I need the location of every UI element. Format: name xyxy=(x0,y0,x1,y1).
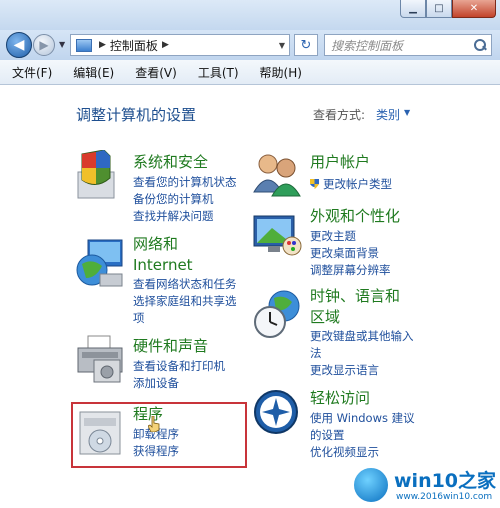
category-network-internet[interactable]: 网络和 xyxy=(133,234,178,255)
forward-button[interactable]: ▶ xyxy=(33,34,55,56)
link-network-status[interactable]: 查看网络状态和任务 xyxy=(133,276,237,293)
watermark-text: win10之家 xyxy=(394,470,497,492)
link-change-theme[interactable]: 更改主题 xyxy=(310,228,356,245)
forward-arrow-icon: ▶ xyxy=(39,38,49,52)
link-optimize-video-display[interactable]: 优化视频显示 xyxy=(310,444,379,461)
printer-icon[interactable] xyxy=(74,334,126,386)
link-adjust-resolution[interactable]: 调整屏幕分辨率 xyxy=(310,262,391,279)
category-clock-language-region[interactable]: 时钟、语言和 xyxy=(310,286,400,307)
category-system-security[interactable]: 系统和安全 xyxy=(133,152,208,173)
link-change-display-language[interactable]: 更改显示语言 xyxy=(310,362,379,379)
category-ease-of-access[interactable]: 轻松访问 xyxy=(310,388,370,409)
link-view-computer-status[interactable]: 查看您的计算机状态 xyxy=(133,174,237,191)
breadcrumb-chevron-icon[interactable]: ▶ xyxy=(162,40,169,50)
uac-shield-icon xyxy=(309,178,320,190)
link-change-keyboard-cont[interactable]: 法 xyxy=(310,345,322,362)
refresh-button[interactable]: ↻ xyxy=(294,34,318,56)
windows-logo-icon xyxy=(352,466,390,504)
close-button[interactable]: ✕ xyxy=(452,0,496,18)
network-globe-icon[interactable] xyxy=(74,238,126,290)
chevron-down-icon[interactable]: ▼ xyxy=(404,108,410,117)
hand-cursor-icon xyxy=(147,415,160,433)
link-backup-computer[interactable]: 备份您的计算机 xyxy=(133,191,214,208)
back-button[interactable]: ◀ xyxy=(6,32,32,58)
category-appearance[interactable]: 外观和个性化 xyxy=(310,206,400,227)
control-panel-content: 调整计算机的设置 查看方式: 类别 ▼ 系统和安全 查看您的计算机状态 备份您的… xyxy=(0,86,500,508)
menu-view[interactable]: 查看(V) xyxy=(123,64,186,81)
programs-icon[interactable] xyxy=(78,408,130,460)
category-clock-language-region-line2[interactable]: 区域 xyxy=(310,307,340,328)
address-dropdown-icon[interactable]: ▼ xyxy=(279,41,285,50)
maximize-button[interactable]: □ xyxy=(426,0,452,18)
search-box[interactable]: 搜索控制面板 xyxy=(324,34,492,56)
category-hardware-sound[interactable]: 硬件和声音 xyxy=(133,336,208,357)
minimize-icon: ▁ xyxy=(409,3,417,14)
title-bar: ▁ □ ✕ xyxy=(0,0,500,30)
menu-help[interactable]: 帮助(H) xyxy=(248,64,311,81)
recent-pages-dropdown[interactable]: ▼ xyxy=(59,40,65,49)
view-by-dropdown[interactable]: 类别 xyxy=(376,106,400,123)
link-windows-suggested-settings-cont[interactable]: 的设置 xyxy=(310,427,345,444)
link-get-programs[interactable]: 获得程序 xyxy=(133,443,179,460)
navigation-bar: ◀ ▶ ▼ ▶ 控制面板 ▶ ▼ ↻ 搜索控制面板 xyxy=(0,30,500,60)
category-network-internet-line2[interactable]: Internet xyxy=(133,255,193,276)
link-change-account-type[interactable]: 更改帐户类型 xyxy=(323,176,392,193)
link-troubleshoot[interactable]: 查找并解决问题 xyxy=(133,208,214,225)
view-by-label: 查看方式: xyxy=(313,108,366,122)
link-devices-printers[interactable]: 查看设备和打印机 xyxy=(133,358,225,375)
close-icon: ✕ xyxy=(469,3,479,14)
watermark-url: www.2016win10.com xyxy=(396,492,493,502)
window-controls: ▁ □ ✕ xyxy=(400,0,496,18)
clock-globe-icon[interactable] xyxy=(252,288,304,340)
users-icon[interactable] xyxy=(252,150,304,202)
link-homegroup-sharing[interactable]: 选择家庭组和共享选 xyxy=(133,293,237,310)
maximize-icon: □ xyxy=(434,3,444,14)
menu-tools[interactable]: 工具(T) xyxy=(186,64,248,81)
minimize-button[interactable]: ▁ xyxy=(400,0,426,18)
breadcrumb-control-panel[interactable]: 控制面板 xyxy=(110,37,158,54)
site-watermark-logo: win10之家 www.2016win10.com xyxy=(348,464,498,508)
link-homegroup-sharing-cont[interactable]: 项 xyxy=(133,310,145,327)
monitor-paint-icon[interactable] xyxy=(252,210,304,262)
breadcrumb-chevron-icon[interactable]: ▶ xyxy=(99,40,106,50)
search-input[interactable]: 搜索控制面板 xyxy=(325,37,472,54)
back-arrow-icon: ◀ xyxy=(13,37,25,53)
address-bar[interactable]: ▶ 控制面板 ▶ ▼ xyxy=(70,34,290,56)
menu-edit[interactable]: 编辑(E) xyxy=(61,64,123,81)
search-icon[interactable] xyxy=(472,37,488,53)
ease-of-access-icon[interactable] xyxy=(252,388,304,440)
link-windows-suggested-settings[interactable]: 使用 Windows 建议 xyxy=(310,410,415,427)
control-panel-icon xyxy=(76,38,92,52)
refresh-icon: ↻ xyxy=(300,37,312,53)
menu-bar: 文件(F) 编辑(E) 查看(V) 工具(T) 帮助(H) xyxy=(0,60,500,85)
shield-icon[interactable] xyxy=(74,149,126,202)
page-title: 调整计算机的设置 xyxy=(76,106,197,124)
link-add-device[interactable]: 添加设备 xyxy=(133,375,179,392)
link-change-desktop-background[interactable]: 更改桌面背景 xyxy=(310,245,379,262)
menu-file[interactable]: 文件(F) xyxy=(0,64,61,81)
link-change-keyboard[interactable]: 更改键盘或其他输入 xyxy=(310,328,414,345)
category-user-accounts[interactable]: 用户帐户 xyxy=(310,152,370,173)
